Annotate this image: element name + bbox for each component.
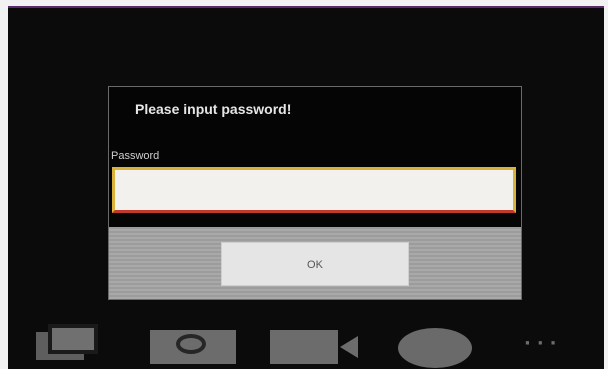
video-camera-icon-lens xyxy=(340,336,358,358)
gallery-icon[interactable] xyxy=(36,324,102,364)
camera-icon-lens xyxy=(176,334,206,354)
password-dialog: Please input password! Password OK xyxy=(108,86,522,300)
camera-icon[interactable] xyxy=(150,324,236,364)
video-camera-icon-body xyxy=(270,330,338,364)
record-icon[interactable] xyxy=(398,324,472,368)
dialog-button-bar: OK xyxy=(109,227,521,299)
gallery-icon-front xyxy=(48,324,98,354)
password-label: Password xyxy=(111,150,160,162)
ok-button[interactable]: OK xyxy=(221,242,409,286)
dialog-title: Please input password! xyxy=(135,101,292,117)
bottom-toolbar: ··· xyxy=(8,314,604,369)
video-camera-icon[interactable] xyxy=(270,324,360,364)
more-icon[interactable]: ··· xyxy=(524,324,590,364)
record-icon-dot xyxy=(398,328,472,368)
password-input[interactable] xyxy=(112,167,516,213)
app-screen: Please input password! Password OK ··· xyxy=(8,6,604,369)
